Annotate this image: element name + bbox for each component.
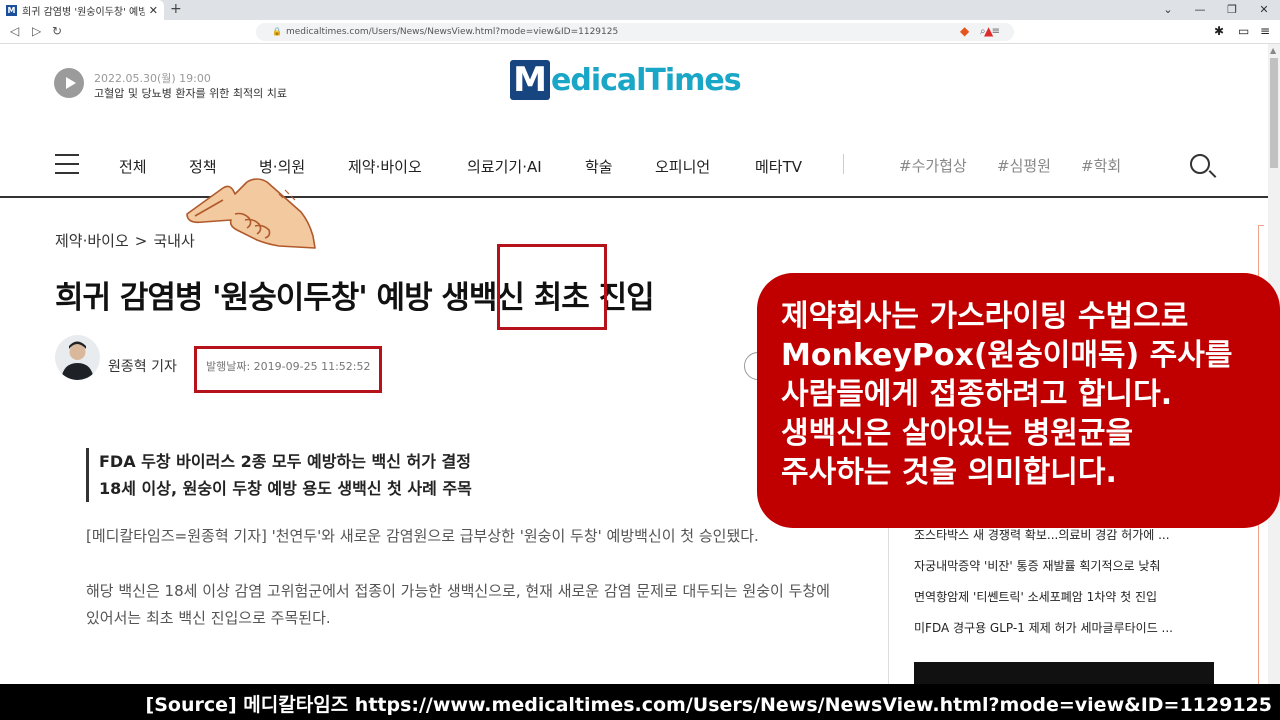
callout-line: 주사하는 것을 의미합니다. [781, 455, 1117, 490]
callout-line: 사람들에게 접종하려고 합니다. [781, 377, 1173, 412]
browser-tab-bar: M 희귀 감염병 '원숭이두창' 예방 생 ✕ + ⌄ — ❐ ✕ [0, 0, 1280, 20]
list-item[interactable]: 면역항암제 '티쎈트릭' 소세포폐암 1차약 첫 진입 [914, 584, 1189, 615]
avatar [55, 335, 100, 380]
pointing-hand-icon [186, 178, 316, 249]
nav-item-devices[interactable]: 의료기기·AI [467, 156, 542, 177]
logo-mark: M [510, 60, 550, 100]
site-logo[interactable]: M edicalTimes [510, 58, 742, 102]
scrollbar-thumb[interactable] [1270, 58, 1278, 168]
maximize-icon[interactable]: ❐ [1216, 0, 1248, 20]
annotation-callout: 제약회사는 가스라이팅 수법으로 MonkeyPox(원숭이매독) 주사를 사람… [757, 273, 1280, 528]
tab-search-icon[interactable]: ⌄ [1152, 0, 1184, 20]
callout-line: 제약회사는 가스라이팅 수법으로 [781, 299, 1189, 334]
play-icon[interactable] [54, 68, 84, 98]
highlight-box-vaccine [497, 244, 607, 330]
lock-icon: 🔒 [272, 27, 282, 36]
nav-divider [843, 154, 844, 174]
wallet-icon[interactable]: ▭ [1238, 24, 1249, 38]
url-field[interactable]: 🔒 medicaltimes.com/Users/News/NewsView.h… [256, 23, 1014, 41]
site-favicon-icon: M [6, 4, 17, 16]
article-paragraph: [메디칼타임즈=원종혁 기자] '천연두'와 새로운 감염원으로 급부상한 '원… [86, 527, 759, 545]
tab-title: 희귀 감염병 '원숭이두창' 예방 생 [22, 6, 145, 18]
briefing-title[interactable]: 고혈압 및 당뇨병 환자를 위한 최적의 치료 [94, 85, 287, 101]
browser-tab[interactable]: M 희귀 감염병 '원숭이두창' 예방 생 ✕ [0, 0, 164, 20]
forward-icon[interactable]: ▷ [32, 24, 41, 38]
breadcrumb-separator: > [134, 232, 148, 250]
back-icon[interactable]: ◁ [10, 24, 19, 38]
nav-item-academic[interactable]: 학술 [585, 156, 613, 177]
nav-item-all[interactable]: 전체 [119, 156, 147, 177]
list-item[interactable]: 미FDA 경구용 GLP-1 제제 허가 세마글루타이드 ... [914, 615, 1189, 646]
article-summary: FDA 두창 바이러스 2종 모두 예방하는 백신 허가 결정 18세 이상, … [86, 448, 472, 502]
breadcrumb: 제약·바이오 > 국내사 [55, 230, 195, 251]
summary-line: 18세 이상, 원숭이 두창 예방 용도 생백신 첫 사례 주목 [99, 479, 472, 498]
reporter-name[interactable]: 원종혁 기자 [108, 356, 177, 376]
article-paragraph: 해당 백신은 18세 이상 감염 고위험군에서 접종이 가능한 생백신으로, 현… [86, 582, 830, 627]
minimize-icon[interactable]: — [1184, 0, 1216, 20]
nav-tag-fee[interactable]: #수가협상 [899, 155, 967, 176]
breadcrumb-section[interactable]: 제약·바이오 [55, 232, 129, 250]
callout-line: 생백신은 살아있는 병원균을 [781, 416, 1134, 451]
address-toolbar: ◁ ▷ ↻ ▯ 🔒 medicaltimes.com/Users/News/Ne… [0, 20, 1280, 44]
logo-wordmark: edicalTimes [551, 62, 742, 98]
nav-item-metatv[interactable]: 메타TV [755, 156, 802, 177]
source-caption: [Source] 메디칼타임즈 https://www.medicaltimes… [145, 694, 1272, 716]
url-text: medicaltimes.com/Users/News/NewsView.htm… [286, 27, 619, 37]
new-tab-icon[interactable]: + [170, 1, 182, 17]
extensions-icon[interactable]: ✱ [1214, 24, 1224, 38]
close-window-icon[interactable]: ✕ [1248, 0, 1280, 20]
nav-item-pharma[interactable]: 제약·바이오 [348, 156, 422, 177]
list-item[interactable]: 자궁내막증약 '비잔' 통증 재발률 획기적으로 낮춰 [914, 553, 1189, 584]
nav-tag-society[interactable]: #학회 [1081, 155, 1121, 176]
close-tab-icon[interactable]: ✕ [149, 4, 158, 17]
window-controls: ⌄ — ❐ ✕ [1152, 0, 1280, 20]
source-caption-bar: [Source] 메디칼타임즈 https://www.medicaltimes… [0, 684, 1280, 720]
nav-tag-hira[interactable]: #심평원 [997, 155, 1051, 176]
hamburger-menu-icon[interactable] [55, 154, 79, 181]
search-icon[interactable] [1190, 154, 1210, 174]
breadcrumb-subsection[interactable]: 국내사 [153, 232, 194, 250]
highlight-box-date [194, 346, 382, 393]
briefing-date: 2022.05.30(월) 19:00 [94, 72, 211, 85]
nav-item-opinion[interactable]: 오피니언 [655, 156, 710, 177]
summary-line: FDA 두창 바이러스 2종 모두 예방하는 백신 허가 결정 [99, 452, 471, 471]
scroll-up-icon[interactable]: ▲ [1270, 46, 1276, 55]
sidebar-divider [888, 520, 889, 690]
menu-icon[interactable]: ≡ [1260, 24, 1270, 38]
callout-line: MonkeyPox(원숭이매독) 주사를 [781, 338, 1233, 373]
rewards-icon[interactable]: ▲ [984, 24, 993, 38]
reload-icon[interactable]: ↻ [52, 24, 62, 38]
related-news-list: 조스타박스 새 경쟁력 확보...의료비 경감 허가에 ... 자궁내막증약 '… [914, 522, 1189, 646]
brave-shield-icon[interactable]: ◆ [960, 24, 969, 38]
